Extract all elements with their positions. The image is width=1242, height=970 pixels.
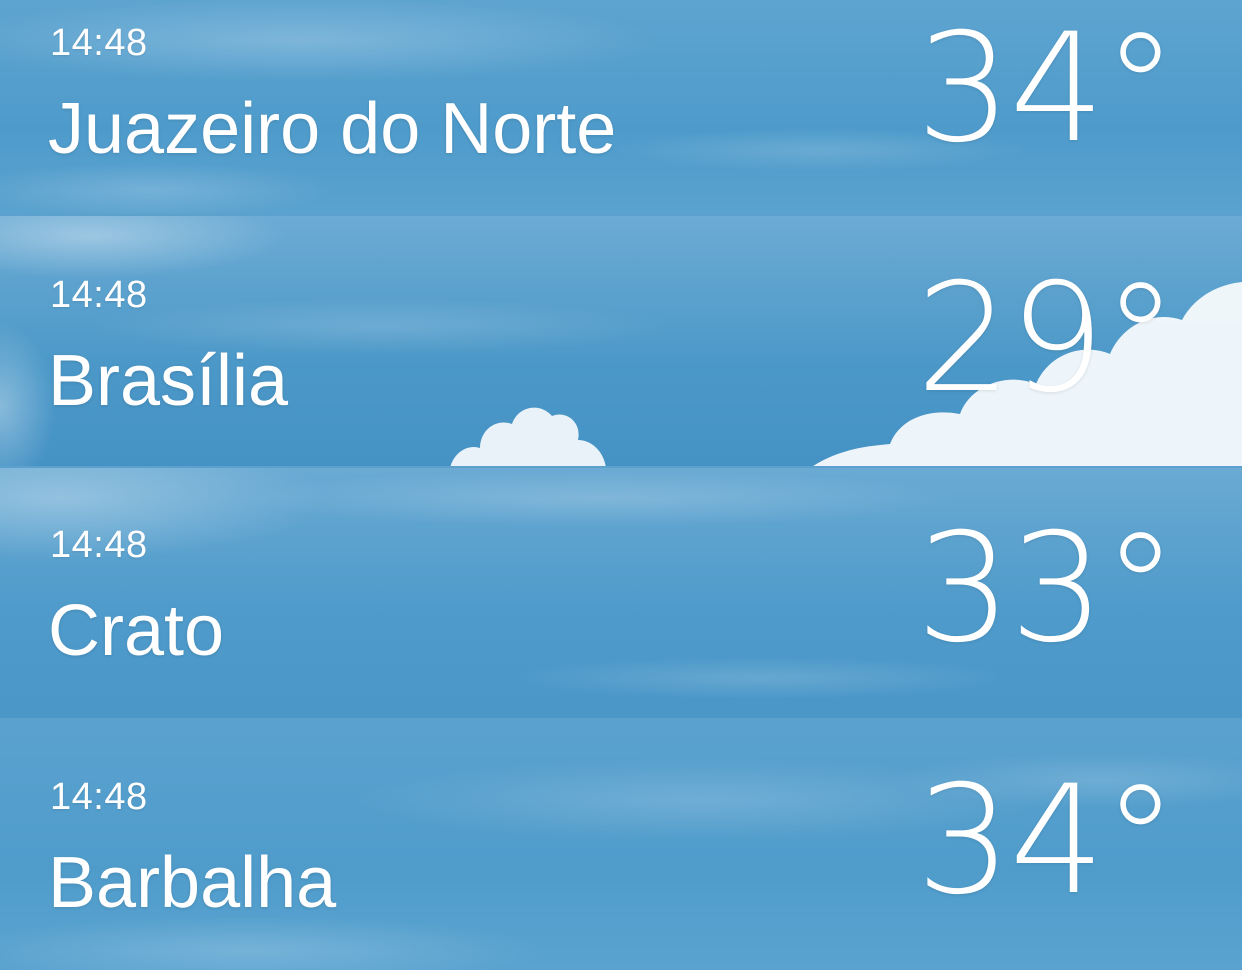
location-city-name: Barbalha [48, 843, 337, 923]
location-time: 14:48 [50, 274, 148, 316]
location-city-name: Juazeiro do Norte [48, 89, 617, 169]
location-city-name: Brasília [48, 341, 289, 421]
location-temperature: 34° [916, 2, 1178, 176]
weather-location-list: 14:48 Juazeiro do Norte 34° 14:48 Brasíl… [0, 0, 1242, 970]
location-temperature: 34° [916, 754, 1178, 928]
location-time: 14:48 [50, 524, 148, 566]
location-city-name: Crato [48, 591, 225, 671]
location-time: 14:48 [50, 776, 148, 818]
location-time: 14:48 [50, 22, 148, 64]
location-row-barbalha[interactable]: 14:48 Barbalha 34° [0, 718, 1242, 970]
location-row-crato[interactable]: 14:48 Crato 33° [0, 466, 1242, 718]
location-temperature: 29° [916, 252, 1178, 426]
location-temperature: 33° [916, 502, 1178, 676]
location-row-brasilia[interactable]: 14:48 Brasília 29° [0, 214, 1242, 466]
location-row-juazeiro-do-norte[interactable]: 14:48 Juazeiro do Norte 34° [0, 0, 1242, 214]
